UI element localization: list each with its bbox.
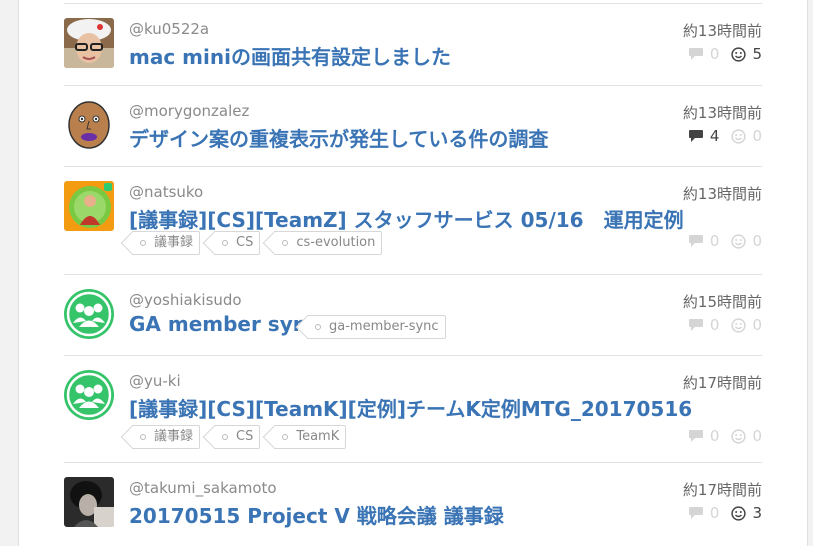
user-avatar[interactable]	[64, 181, 114, 231]
tag-chip[interactable]: 議事録	[132, 425, 201, 449]
star-count[interactable]: 0	[731, 232, 762, 250]
smile-icon	[731, 128, 747, 144]
comment-count-value: 0	[709, 316, 720, 334]
tag-label: ga-member-sync	[329, 319, 439, 334]
post-author[interactable]: @ku0522a	[129, 20, 209, 38]
post-timestamp: 約13時間前	[682, 185, 762, 203]
user-avatar[interactable]	[64, 18, 114, 68]
post-stats: 0 3	[676, 504, 762, 522]
smile-icon	[731, 233, 747, 249]
comment-count[interactable]: 0	[688, 232, 720, 250]
tag-label: cs-evolution	[296, 235, 376, 250]
tag-chip[interactable]: CS	[214, 425, 261, 449]
tag-label: 議事録	[154, 235, 194, 250]
post-item[interactable]: @ku0522a mac miniの画面共有設定しました 約13時間前 0 5	[64, 3, 762, 85]
star-count-value: 5	[752, 45, 762, 63]
group-icon	[66, 372, 112, 418]
post-timestamp: 約13時間前	[682, 22, 762, 40]
star-count-value: 0	[752, 127, 762, 145]
post-timestamp: 約17時間前	[682, 374, 762, 392]
post-title[interactable]: mac miniの画面共有設定しました	[129, 41, 451, 70]
tag-label: TeamK	[296, 429, 340, 444]
post-timestamp: 約15時間前	[682, 293, 762, 311]
smile-icon	[731, 505, 747, 521]
comment-icon	[688, 319, 703, 331]
comment-icon	[688, 235, 703, 247]
tag-hole-icon	[315, 324, 321, 330]
comment-count[interactable]: 0	[688, 316, 720, 334]
comment-icon	[688, 430, 703, 442]
comment-count-value: 0	[709, 45, 720, 63]
tag-label: CS	[236, 429, 254, 444]
smile-icon	[731, 46, 747, 62]
post-item[interactable]: @takumi_sakamoto 20170515 Project V 戦略会議…	[64, 462, 762, 543]
post-author[interactable]: @natsuko	[129, 183, 203, 201]
post-title[interactable]: デザイン案の重複表示が発生している件の調査	[129, 123, 548, 152]
post-list-panel: @ku0522a mac miniの画面共有設定しました 約13時間前 0 5	[18, 0, 808, 546]
post-title[interactable]: [議事録][CS][TeamK][定例]チームK定例MTG_20170516	[129, 393, 692, 422]
tag-hole-icon	[282, 434, 289, 440]
tag-hole-icon	[222, 434, 229, 440]
comment-count[interactable]: 0	[688, 45, 720, 63]
group-icon	[66, 291, 112, 337]
post-author[interactable]: @yu-ki	[129, 372, 181, 390]
post-stats: 0 0	[676, 232, 762, 250]
post-author[interactable]: @morygonzalez	[129, 102, 249, 120]
tag-list: 議事録 CS TeamK	[132, 425, 360, 449]
post-title[interactable]: 20170515 Project V 戦略会議 議事録	[129, 500, 504, 529]
tag-chip[interactable]: 議事録	[132, 231, 201, 255]
tag-chip[interactable]: CS	[214, 231, 261, 255]
star-count[interactable]: 0	[731, 127, 762, 145]
tag-chip[interactable]: TeamK	[274, 425, 347, 449]
post-item[interactable]: @yoshiakisudo GA member sync #27 約15時間前 …	[64, 274, 762, 355]
tag-hole-icon	[140, 240, 146, 246]
post-timestamp: 約13時間前	[682, 104, 762, 122]
star-count[interactable]: 0	[731, 427, 762, 445]
post-title[interactable]: [議事録][CS][TeamZ] スタッフサービス 05/16 運用定例	[129, 204, 684, 233]
post-stats: 0 5	[676, 45, 762, 63]
tag-list: 議事録 CS cs-evolution	[132, 231, 396, 255]
comment-icon	[688, 130, 703, 142]
tag-chip[interactable]: cs-evolution	[274, 231, 383, 255]
comment-count[interactable]: 0	[688, 504, 720, 522]
comment-count-value: 0	[709, 232, 720, 250]
post-author[interactable]: @takumi_sakamoto	[129, 479, 277, 497]
tag-hole-icon	[282, 240, 289, 246]
group-avatar[interactable]	[64, 370, 114, 420]
comment-count-value: 4	[709, 127, 720, 145]
post-stats: 0 0	[676, 316, 762, 334]
post-stats: 4 0	[676, 127, 762, 145]
star-count-value: 0	[752, 316, 762, 334]
comment-count[interactable]: 4	[688, 127, 720, 145]
star-count-value: 3	[752, 504, 762, 522]
post-item[interactable]: @yu-ki [議事録][CS][TeamK][定例]チームK定例MTG_201…	[64, 355, 762, 462]
user-avatar[interactable]	[64, 477, 114, 527]
smile-icon	[731, 317, 747, 333]
comment-count-value: 0	[709, 504, 720, 522]
tag-list: ga-member-sync	[307, 315, 460, 339]
tag-hole-icon	[222, 240, 229, 246]
star-count-value: 0	[752, 427, 762, 445]
post-stats: 0 0	[676, 427, 762, 445]
post-author[interactable]: @yoshiakisudo	[129, 291, 242, 309]
post-timestamp: 約17時間前	[682, 481, 762, 499]
group-avatar[interactable]	[64, 289, 114, 339]
post-feed: @ku0522a mac miniの画面共有設定しました 約13時間前 0 5	[64, 3, 762, 543]
star-count[interactable]: 3	[731, 504, 762, 522]
star-count[interactable]: 0	[731, 316, 762, 334]
star-count[interactable]: 5	[731, 45, 762, 63]
tag-chip[interactable]: ga-member-sync	[307, 315, 446, 339]
comment-icon	[688, 48, 703, 60]
comment-icon	[688, 507, 703, 519]
user-avatar[interactable]	[64, 100, 114, 150]
tag-label: CS	[236, 235, 254, 250]
smile-icon	[731, 428, 747, 444]
comment-count-value: 0	[709, 427, 720, 445]
post-item[interactable]: @morygonzalez デザイン案の重複表示が発生している件の調査 約13時…	[64, 85, 762, 166]
comment-count[interactable]: 0	[688, 427, 720, 445]
tag-label: 議事録	[154, 429, 194, 444]
star-count-value: 0	[752, 232, 762, 250]
tag-hole-icon	[140, 434, 146, 440]
post-item[interactable]: @natsuko [議事録][CS][TeamZ] スタッフサービス 05/16…	[64, 166, 762, 274]
